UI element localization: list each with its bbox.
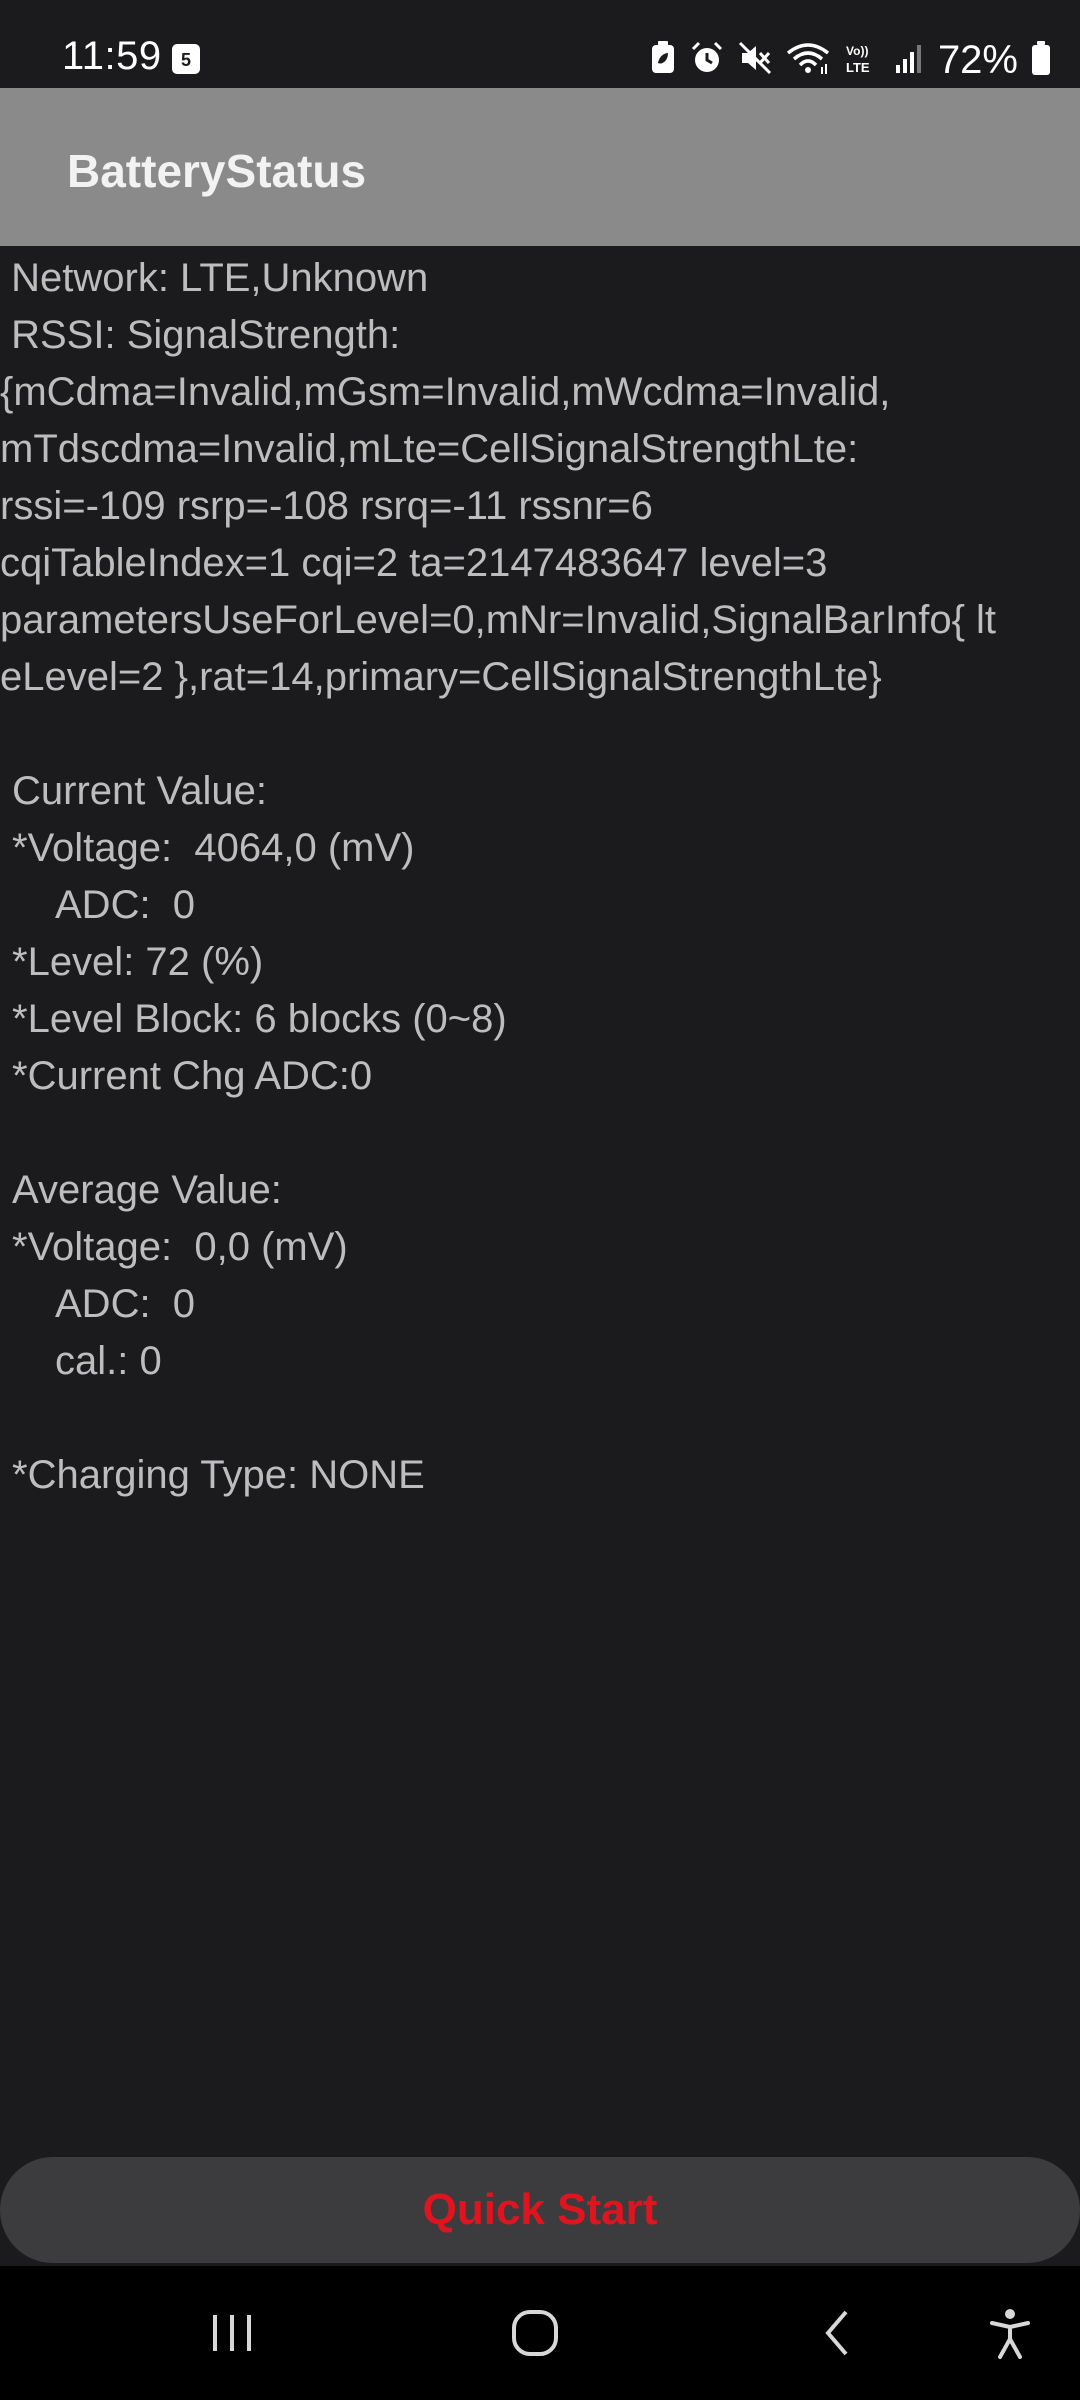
current-voltage: *Voltage: 4064,0 (mV) (12, 826, 415, 870)
signal-line: mTdscdma=Invalid,mLte=CellSignalStrength… (0, 427, 859, 471)
battery-saver-icon (650, 40, 676, 80)
accessibility-icon (990, 2309, 1030, 2359)
back-button[interactable] (768, 2266, 908, 2400)
signal-line: eLevel=2 },rat=14,primary=CellSignalStre… (0, 655, 882, 699)
status-time: 11:59 (62, 34, 162, 78)
home-icon (512, 2310, 558, 2356)
battery-icon (1032, 41, 1050, 75)
alarm-icon (690, 41, 724, 80)
home-button[interactable] (465, 2266, 605, 2400)
signal-icon (894, 41, 924, 80)
quick-start-button[interactable]: Quick Start (0, 2157, 1080, 2263)
status-bar: 11:59 5 Vo)) LTE 72% (0, 0, 1080, 88)
app-bar: BatteryStatus (0, 88, 1080, 246)
svg-text:LTE: LTE (846, 60, 870, 75)
volte-icon: Vo)) LTE (844, 41, 880, 80)
battery-percent: 72% (937, 37, 1018, 82)
current-level-block: *Level Block: 6 blocks (0~8) (12, 997, 507, 1041)
navigation-bar (0, 2266, 1080, 2400)
mute-icon (738, 41, 772, 80)
back-icon (825, 2310, 848, 2356)
svg-text:Vo)): Vo)) (846, 44, 868, 58)
average-adc: ADC: 0 (55, 1282, 196, 1326)
charging-type: *Charging Type: NONE (12, 1453, 425, 1497)
signal-line: parametersUseForLevel=0,mNr=Invalid,Sign… (0, 598, 997, 642)
app-title: BatteryStatus (67, 145, 367, 197)
average-voltage: *Voltage: 0,0 (mV) (12, 1225, 348, 1269)
calendar-icon: 5 (172, 44, 200, 74)
signal-line: {mCdma=Invalid,mGsm=Invalid,mWcdma=Inval… (0, 370, 891, 414)
recent-apps-icon (213, 2315, 251, 2351)
network-text: Network: LTE,Unknown (0, 256, 429, 300)
wifi-icon (786, 41, 830, 80)
signal-line: cqiTableIndex=1 cqi=2 ta=2147483647 leve… (0, 541, 828, 585)
current-adc: ADC: 0 (55, 883, 196, 927)
current-value-header: Current Value: (12, 769, 267, 813)
battery-info-panel: Network: LTE,Unknown RSSI: SignalStrengt… (0, 250, 1080, 1504)
status-icons: Vo)) LTE 72% (650, 36, 1050, 84)
current-chg-adc: *Current Chg ADC:0 (12, 1054, 373, 1098)
rssi-label: RSSI: SignalStrength: (0, 313, 401, 357)
current-level: *Level: 72 (%) (12, 940, 264, 984)
average-value-header: Average Value: (12, 1168, 282, 1212)
signal-line: rssi=-109 rsrp=-108 rsrq=-11 rssnr=6 (0, 484, 653, 528)
accessibility-button[interactable] (940, 2266, 1080, 2400)
recent-apps-button[interactable] (162, 2266, 302, 2400)
average-cal: cal.: 0 (55, 1339, 162, 1383)
